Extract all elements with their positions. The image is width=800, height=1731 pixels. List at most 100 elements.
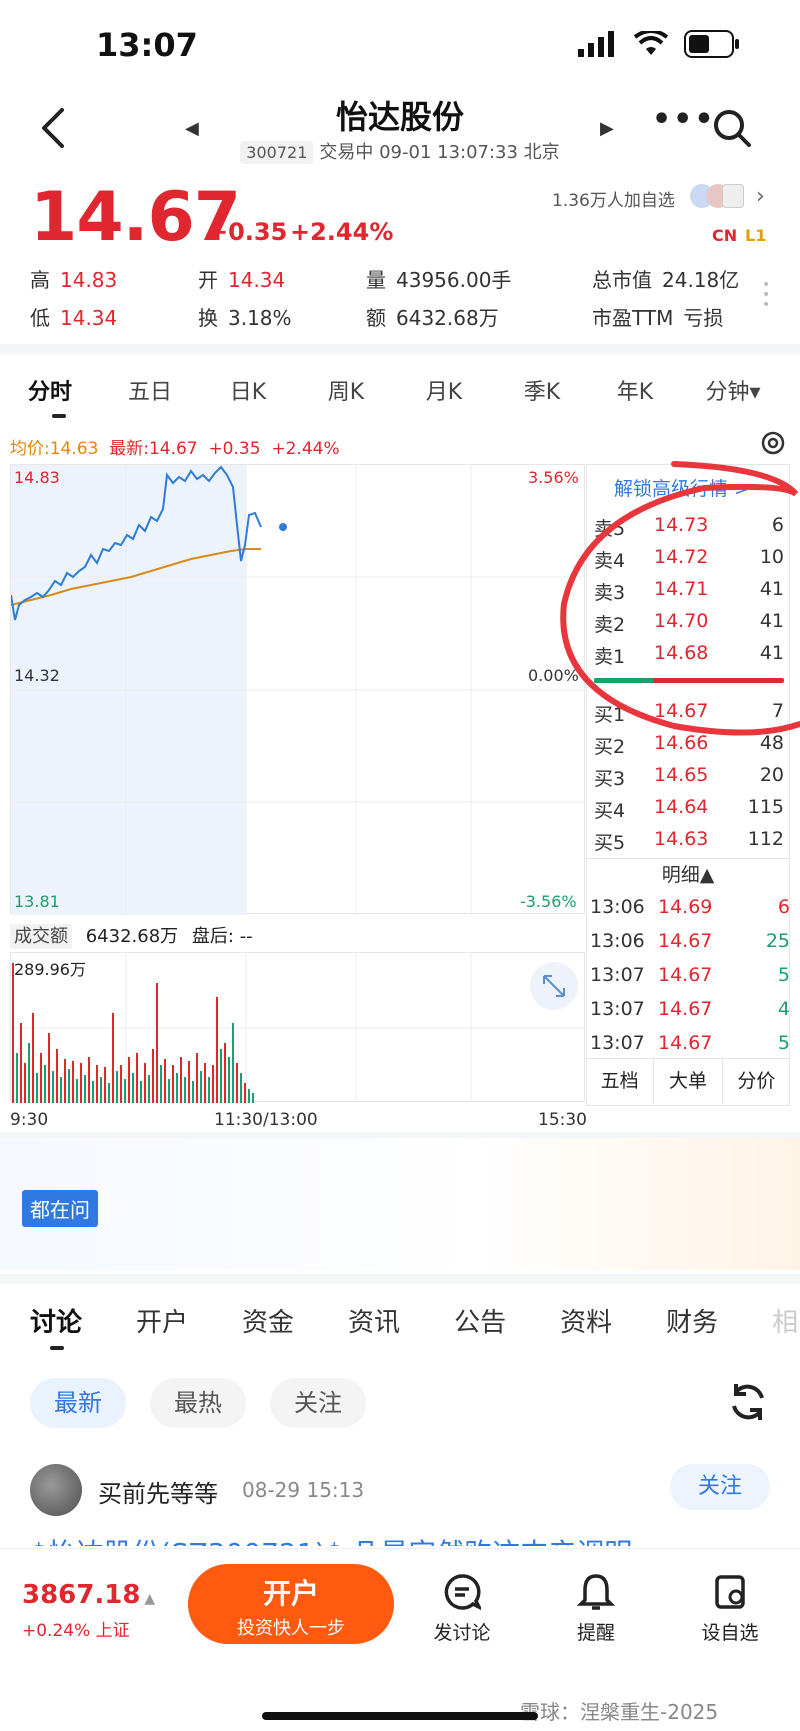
post-time: 08-29 15:13 <box>242 1478 365 1502</box>
chat-icon <box>444 1574 481 1610</box>
tab-5day[interactable]: 五日 <box>100 374 200 406</box>
tab-price-distribution[interactable]: 分价 <box>723 1059 790 1104</box>
tab-news[interactable]: 资讯 <box>348 1302 400 1339</box>
status-time: 13:07 <box>96 26 198 64</box>
tab-day-k[interactable]: 日K <box>200 374 296 406</box>
volume-label: 成交额 <box>10 924 72 949</box>
post-username[interactable]: 买前先等等 <box>98 1474 218 1509</box>
l1-badge: L1 <box>745 226 767 245</box>
chart-period-tabs: 分时 五日 日K 周K 月K 季K 年K 分钟▾ <box>0 360 800 420</box>
index-change[interactable]: +0.24% 上证 <box>22 1616 130 1641</box>
section-divider <box>0 344 800 354</box>
stat-high: 高 14.83 <box>30 268 118 292</box>
stat-volume: 量 43956.00手 <box>366 268 512 292</box>
tab-five-levels[interactable]: 五档 <box>586 1059 655 1104</box>
tick-row: 13:06 14.67 25 <box>590 930 790 952</box>
bid-row: 买3 14.65 20 <box>594 764 784 790</box>
tab-profile[interactable]: 资料 <box>560 1302 612 1339</box>
open-account-sub: 投资快人一步 <box>237 1618 345 1639</box>
home-indicator[interactable] <box>262 1712 538 1720</box>
open-account-label: 开户 <box>262 1577 319 1610</box>
avg-price: 均价:14.63 <box>10 439 99 459</box>
axis-high: 14.83 <box>14 468 60 487</box>
fullscreen-icon[interactable] <box>530 962 578 1010</box>
tab-big-orders[interactable]: 大单 <box>654 1059 723 1104</box>
watcher-avatars[interactable] <box>690 180 746 212</box>
bell-icon <box>577 1574 615 1610</box>
stat-market-cap: 总市值 24.18亿 <box>592 268 740 292</box>
tab-funds[interactable]: 资金 <box>242 1302 294 1339</box>
stat-pe: 市盈TTM 亏损 <box>592 306 724 330</box>
search-icon[interactable] <box>712 108 752 148</box>
tab-open-account[interactable]: 开户 <box>136 1302 188 1339</box>
tab-quarter-k[interactable]: 季K <box>492 374 592 406</box>
watermark: 雪球：涅槃重生-2025 <box>520 1700 719 1724</box>
after-hours: 盘后: -- <box>191 926 253 947</box>
filter-hot[interactable]: 最热 <box>150 1378 246 1428</box>
tick-row: 13:07 14.67 5 <box>590 1032 790 1054</box>
discussion-tab-indicator <box>50 1346 64 1350</box>
add-watchlist-button[interactable]: 设自选 <box>680 1572 780 1645</box>
highlight-annotation <box>560 461 800 736</box>
tab-intraday[interactable]: 分时 <box>0 374 100 406</box>
volume-bars <box>12 963 254 1103</box>
tab-announcements[interactable]: 公告 <box>454 1302 506 1339</box>
tab-week-k[interactable]: 周K <box>296 374 396 406</box>
chart-legend: 均价:14.63 最新:14.67 +0.35 +2.44% <box>10 434 340 459</box>
bid-row: 买4 14.64 115 <box>594 796 784 822</box>
axis-pct-low: -3.56% <box>520 892 577 911</box>
time-start: 9:30 <box>10 1110 49 1130</box>
tab-more[interactable]: 相 <box>772 1302 798 1339</box>
cn-badge: CN <box>712 226 738 245</box>
stat-low: 低 14.34 <box>30 306 118 330</box>
promo-banner[interactable] <box>0 1138 800 1270</box>
tab-year-k[interactable]: 年K <box>592 374 678 406</box>
detail-header[interactable]: 明细▲ <box>586 860 790 887</box>
intraday-chart[interactable] <box>10 464 586 915</box>
open-account-button[interactable]: 开户 投资快人一步 <box>188 1564 394 1644</box>
bid-row: 买5 14.63 112 <box>594 828 784 854</box>
axis-mid: 14.32 <box>14 666 60 685</box>
everyone-asks-badge[interactable]: 都在问 <box>22 1190 98 1227</box>
watchers-count[interactable]: 1.36万人加自选 <box>552 186 675 211</box>
index-value[interactable]: 3867.18 ▲ <box>22 1580 155 1610</box>
watchers-chevron-icon[interactable]: › <box>756 184 765 209</box>
refresh-icon[interactable] <box>726 1380 770 1424</box>
volume-chart-svg <box>11 953 586 1103</box>
tab-finance[interactable]: 财务 <box>666 1302 718 1339</box>
time-end: 15:30 <box>538 1110 587 1130</box>
price-change-pct: +2.44% <box>290 218 394 246</box>
stat-turnover: 换 3.18% <box>198 306 292 330</box>
tick-row: 13:07 14.67 4 <box>590 998 790 1020</box>
stat-open: 开 14.34 <box>198 268 286 292</box>
watchlist-icon <box>715 1575 745 1609</box>
next-stock-icon[interactable]: ▶ <box>600 118 614 139</box>
tab-month-k[interactable]: 月K <box>396 374 492 406</box>
wifi-icon <box>634 31 668 55</box>
chart-settings-icon[interactable] <box>760 430 786 456</box>
stock-code: 300721 <box>240 141 314 164</box>
volume-header: 成交额 6432.68万 盘后: -- <box>10 922 253 949</box>
price-change: +0.35 <box>208 218 288 246</box>
section-divider <box>0 1274 800 1284</box>
post-discussion-button[interactable]: 发讨论 <box>412 1572 512 1645</box>
expand-stats-icon[interactable]: • • • <box>762 278 770 312</box>
time-mid: 11:30/13:00 <box>214 1110 318 1130</box>
tab-discussion[interactable]: 讨论 <box>30 1302 82 1339</box>
latest-change: +0.35 <box>208 439 261 459</box>
latest-point <box>279 523 287 531</box>
latest-change-pct: +2.44% <box>271 439 340 459</box>
alert-button[interactable]: 提醒 <box>546 1572 646 1645</box>
avatar[interactable] <box>30 1464 82 1516</box>
tab-minute[interactable]: 分钟▾ <box>678 374 788 406</box>
axis-low: 13.81 <box>14 892 60 911</box>
follow-button[interactable]: 关注 <box>670 1464 770 1510</box>
post-text[interactable]: $怡达股份(SZ300721)$ 凡是实然购这支产调明 <box>30 1532 632 1546</box>
intraday-chart-svg <box>10 465 586 915</box>
more-icon[interactable]: ••• <box>652 102 716 137</box>
filter-following[interactable]: 关注 <box>270 1378 366 1428</box>
volume-chart[interactable] <box>10 952 586 1103</box>
filter-latest[interactable]: 最新 <box>30 1378 126 1428</box>
status-icons <box>578 30 740 58</box>
volume-max: 289.96万 <box>14 960 86 979</box>
